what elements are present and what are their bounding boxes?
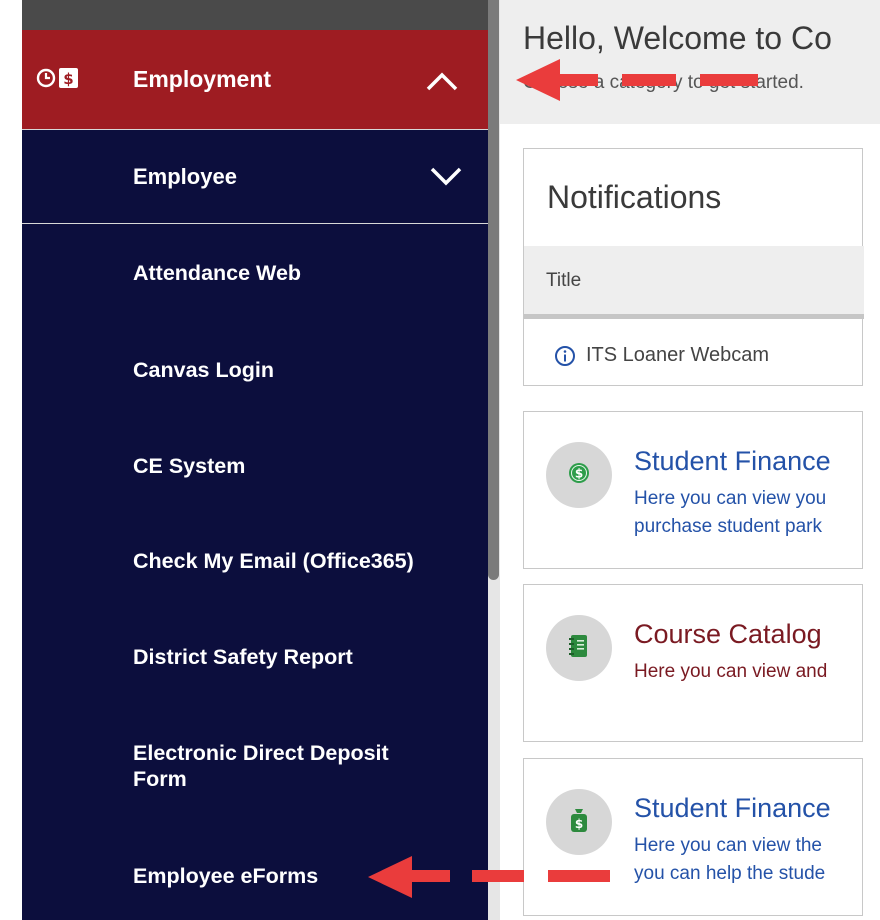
annotation-arrow-bottom [368,856,610,898]
tile-description: Here you can view the you can help the s… [634,832,825,888]
tile-title[interactable]: Course Catalog [634,619,822,650]
tile-icon-circle [546,615,612,681]
tile-desc-line: purchase student park [634,516,823,537]
welcome-title: Hello, Welcome to Co [523,20,832,56]
notifications-table-header: Title [524,246,864,319]
dollar-coin-icon: $ [567,461,591,490]
money-bag-icon: $ [568,807,590,838]
sidebar-subsection-employee[interactable]: Employee [22,130,488,224]
scrollbar-thumb[interactable] [488,0,499,580]
notebook-icon [567,633,591,664]
sidebar-item-electronic-direct-deposit[interactable]: Electronic Direct Deposit Form [133,740,433,792]
notifications-card: Notifications Title ITS Loaner Webcam [523,148,864,386]
tile-course-catalog[interactable]: Course Catalog Here you can view and [523,584,863,742]
tile-icon-circle: $ [546,442,612,508]
notification-row[interactable]: ITS Loaner Webcam [554,344,769,367]
tile-title[interactable]: Student Finance [634,446,831,477]
tile-icon-circle: $ [546,789,612,855]
notifications-title: Notifications [547,179,722,215]
sidebar-item-canvas-login[interactable]: Canvas Login [133,357,453,383]
chevron-up-icon[interactable] [422,65,462,95]
sidebar-section-label: Employment [133,66,272,92]
notification-label: ITS Loaner Webcam [586,344,770,366]
sidebar-item-check-my-email[interactable]: Check My Email (Office365) [133,548,453,574]
clock-dollar-icon: $ [36,67,80,89]
tile-desc-line: you can help the stude [634,863,826,884]
annotation-arrow-top [516,59,758,101]
sidebar-item-district-safety-report[interactable]: District Safety Report [133,644,453,670]
svg-text:$: $ [575,466,583,480]
sidebar-section-employment[interactable]: $ Employment [22,30,488,130]
tile-desc-line: Here you can view and [634,661,828,682]
left-margin [0,0,22,920]
sidebar-subsection-label: Employee [133,164,237,189]
tile-title[interactable]: Student Finance [634,793,831,824]
sidebar-top-bar [22,0,488,30]
column-header-title[interactable]: Title [546,270,581,292]
chevron-down-icon[interactable] [426,161,466,191]
tile-description: Here you can view and [634,658,827,686]
tile-desc-line: Here you can view you [634,488,827,509]
sidebar-item-ce-system[interactable]: CE System [133,453,453,479]
tile-description: Here you can view you purchase student p… [634,485,826,541]
sidebar-item-attendance-web[interactable]: Attendance Web [133,260,453,286]
tile-student-finance[interactable]: $ Student Finance Here you can view you … [523,411,863,569]
svg-text:$: $ [575,817,583,831]
svg-text:$: $ [63,70,73,88]
main-content: Hello, Welcome to Co Choose a category t… [500,0,880,920]
sidebar-nav: $ Employment Employee Attendance Web Can… [22,0,488,920]
tile-desc-line: Here you can view the [634,835,822,856]
info-icon [554,345,576,367]
